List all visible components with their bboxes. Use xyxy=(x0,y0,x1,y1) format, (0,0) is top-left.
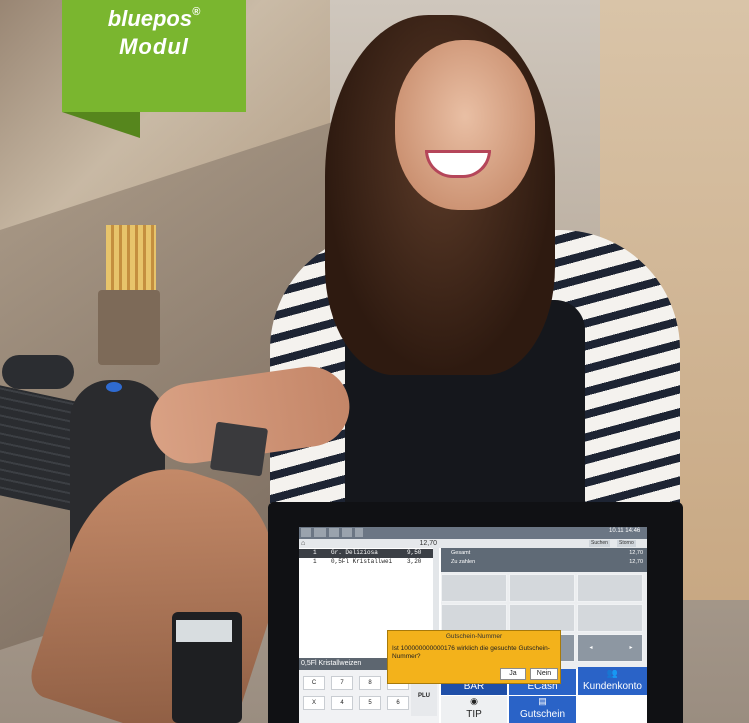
item-price: 9,50 xyxy=(407,549,422,556)
tip-label: TIP xyxy=(466,709,482,720)
item-price: 3,20 xyxy=(407,558,422,565)
pen-cup xyxy=(98,290,160,365)
kundenkonto-label: Kundenkonto xyxy=(583,681,642,692)
pos-toolbar: Suchen Storno xyxy=(299,539,647,548)
dialog-message: Ist 100000000000176 wirklich die gesucht… xyxy=(392,645,550,660)
item-qty: 1 xyxy=(313,549,317,556)
key-x[interactable]: X xyxy=(303,696,325,710)
gesamt-label: Gesamt xyxy=(451,550,471,556)
grid-button[interactable] xyxy=(509,604,575,632)
pencils xyxy=(106,225,156,295)
logo-icon xyxy=(301,528,311,537)
next-arrow-icon[interactable]: ▸ xyxy=(598,644,647,651)
computer-mouse xyxy=(2,355,74,389)
key-8[interactable]: 8 xyxy=(359,676,381,690)
zu-zahlen-value: 12,70 xyxy=(629,559,643,565)
item-qty: 1 xyxy=(313,558,317,565)
ribbon-tail xyxy=(62,112,140,138)
storno-button[interactable]: Storno xyxy=(617,540,636,547)
gutschein-label: Gutschein xyxy=(519,709,566,720)
gesamt-value: 12,70 xyxy=(629,550,643,556)
key-c[interactable]: C xyxy=(303,676,325,690)
pos-screen: 10.11 14:46 Suchen Storno ⌂ 12,70 1 Gr. … xyxy=(299,527,647,723)
ribbon-module: Modul xyxy=(119,34,189,59)
pos-top-bar: 10.11 14:46 xyxy=(299,527,647,539)
registered-mark: ® xyxy=(192,6,201,18)
grid-button[interactable] xyxy=(509,574,575,602)
kundenkonto-button[interactable]: 👥 Kundenkonto xyxy=(578,667,647,695)
key-5[interactable]: 5 xyxy=(359,696,381,710)
key-7[interactable]: 7 xyxy=(331,676,353,690)
ribbon-brand-text: bluepos xyxy=(107,6,193,31)
order-total: 12,70 xyxy=(419,540,437,547)
tip-button[interactable]: ◉ TIP xyxy=(441,696,507,723)
grid-button[interactable] xyxy=(441,604,507,632)
grid-button[interactable] xyxy=(577,604,643,632)
clock: 10.11 14:46 xyxy=(609,528,641,534)
summary-panel: Gesamt 12,70 Zu zahlen 12,70 xyxy=(441,548,647,572)
voucher-card xyxy=(209,421,269,477)
yes-button[interactable]: Ja xyxy=(500,668,526,680)
tab-4[interactable] xyxy=(355,528,363,537)
voucher-icon: ▤ xyxy=(538,696,547,706)
grid-button[interactable] xyxy=(441,574,507,602)
card-terminal-screen xyxy=(176,620,232,642)
voucher-confirm-dialog: Gutschein-Nummer Ist 100000000000176 wir… xyxy=(387,630,561,684)
zu-zahlen-label: Zu zahlen xyxy=(451,559,476,565)
grid-button[interactable] xyxy=(577,574,643,602)
no-button[interactable]: Nein xyxy=(530,668,558,680)
key-6[interactable]: 6 xyxy=(387,696,409,710)
item-name: Gr. Deliziosa xyxy=(331,549,378,556)
page-nav-button[interactable]: ◂ ▸ xyxy=(577,634,643,662)
home-icon[interactable]: ⌂ xyxy=(301,540,305,547)
scanner-light xyxy=(106,382,122,392)
key-4[interactable]: 4 xyxy=(331,696,353,710)
gutschein-button[interactable]: ▤ Gutschein xyxy=(509,696,576,723)
item-name: 0,5Fl Kristallwei xyxy=(331,558,393,565)
list-item[interactable]: 1 Gr. Deliziosa 9,50 xyxy=(299,549,433,558)
dialog-title: Gutschein-Nummer xyxy=(445,633,503,640)
ribbon-brand: bluepos® xyxy=(62,6,246,32)
camera-icon: ◉ xyxy=(470,696,478,706)
tab-1[interactable] xyxy=(314,528,326,537)
search-button[interactable]: Suchen xyxy=(589,540,610,547)
smiling-face xyxy=(395,40,535,210)
tab-3[interactable] xyxy=(342,528,352,537)
list-item[interactable]: 1 0,5Fl Kristallwei 3,20 xyxy=(299,558,433,567)
tab-2[interactable] xyxy=(329,528,339,537)
users-icon: 👥 xyxy=(606,668,619,678)
